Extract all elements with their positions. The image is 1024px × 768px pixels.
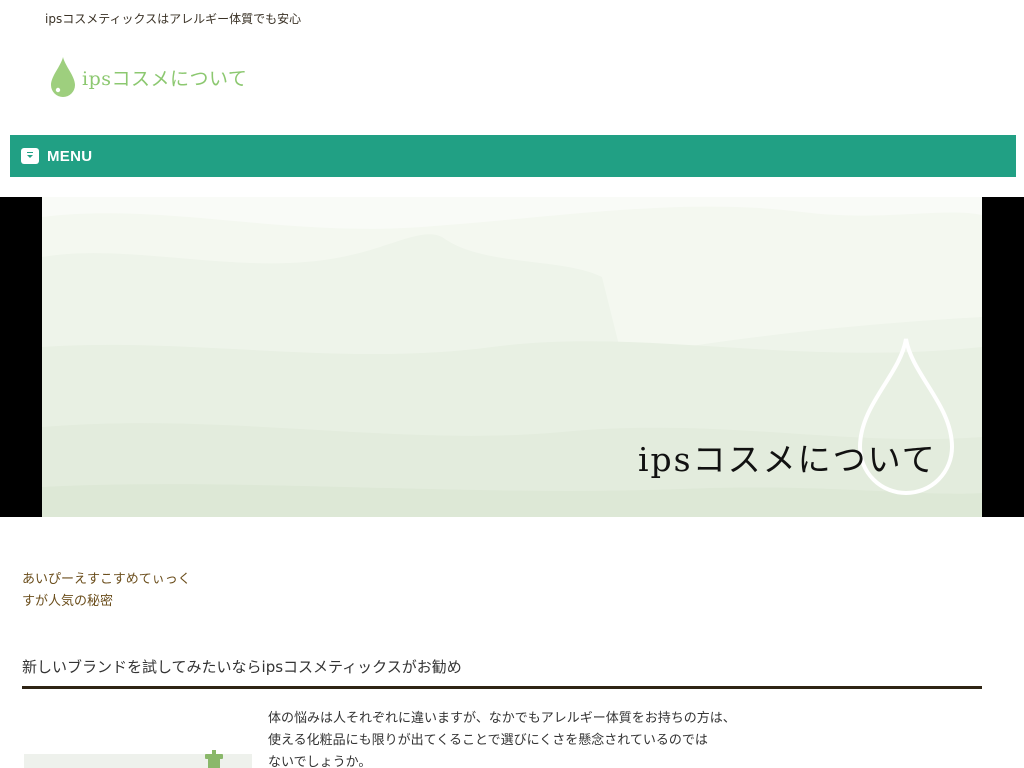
hero-banner: ipsコスメについて: [42, 197, 982, 517]
menu-toggle-icon: [21, 148, 39, 164]
article-heading: 新しいブランドを試してみたいならipsコスメティックスがお勧め: [22, 655, 982, 689]
site-tagline: ipsコスメティックスはアレルギー体質でも安心: [45, 12, 302, 26]
article-body-line-3: ないでしょうか。: [268, 755, 372, 768]
main-nav-menu[interactable]: MENU: [10, 135, 1016, 177]
water-drop-icon: [51, 57, 75, 97]
sidebar-title: あいぴーえすこすめてぃっく すが人気の秘密: [22, 569, 222, 613]
sidebar-title-line-1: あいぴーえすこすめてぃっく: [22, 572, 191, 587]
sidebar-title-line-2: すが人気の秘密: [22, 594, 114, 609]
menu-label: MENU: [47, 147, 93, 165]
logo-text: ipsコスメについて: [82, 67, 248, 90]
article-body: 体の悩みは人それぞれに違いますが、なかでもアレルギー体質をお持ちの方は、 使える…: [268, 708, 828, 768]
article-body-line-1: 体の悩みは人それぞれに違いますが、なかでもアレルギー体質をお持ちの方は、: [268, 711, 736, 726]
site-logo[interactable]: ipsコスメについて: [50, 56, 247, 98]
article-body-line-2: 使える化粧品にも限りが出てくることで選びにくさを懸念されているのでは: [268, 733, 708, 748]
article-thumbnail: [24, 748, 252, 768]
hero-title: ipsコスメについて: [638, 440, 937, 479]
